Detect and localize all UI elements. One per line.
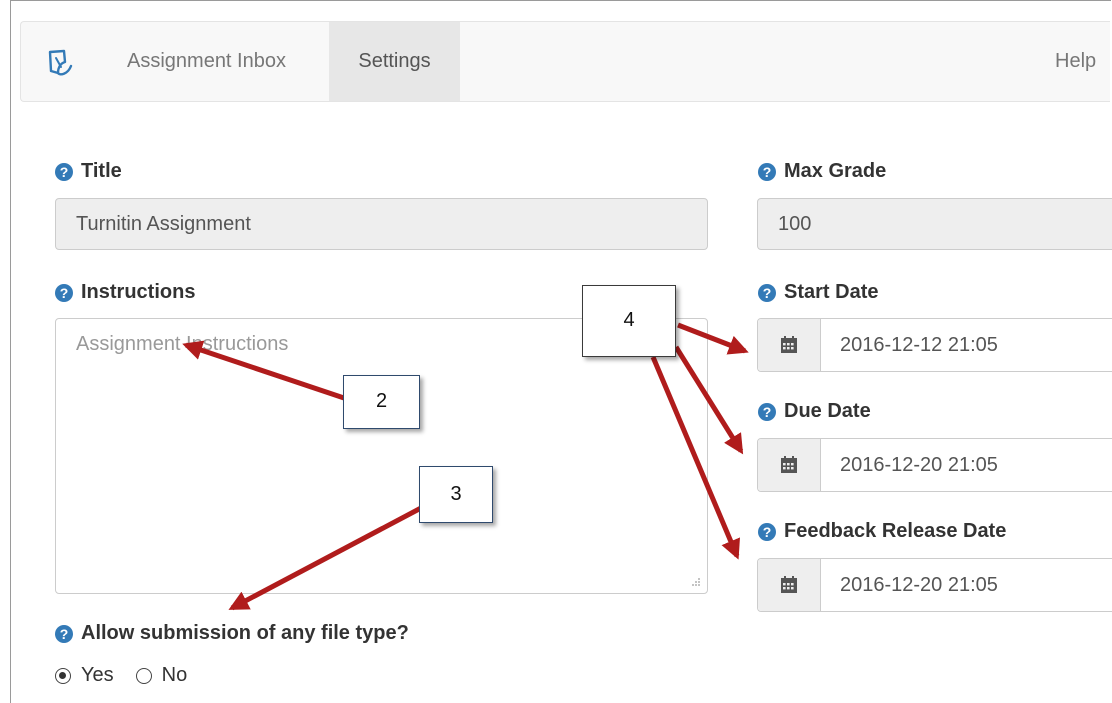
start-date-input-group[interactable]: 2016-12-12 21:05	[757, 318, 1112, 372]
instructions-textarea[interactable]: Assignment Instructions	[55, 318, 708, 594]
due-date-calendar-button[interactable]	[758, 439, 821, 491]
max-grade-label: ? Max Grade	[758, 160, 886, 183]
question-circle-icon[interactable]: ?	[55, 283, 73, 302]
feedback-date-label: ? Feedback Release Date	[758, 520, 1006, 543]
title-field[interactable]: Turnitin Assignment	[55, 198, 708, 250]
title-label: ? Title	[55, 160, 122, 183]
calendar-icon	[781, 576, 797, 593]
nav-settings[interactable]: Settings	[329, 22, 460, 101]
calendar-icon	[781, 336, 797, 353]
question-circle-icon[interactable]: ?	[758, 162, 776, 181]
file-type-yes-option[interactable]: Yes	[55, 664, 114, 687]
start-date-value[interactable]: 2016-12-12 21:05	[840, 319, 998, 371]
callout-4: 4	[582, 285, 676, 357]
callout-3: 3	[419, 466, 493, 523]
question-circle-icon[interactable]: ?	[55, 162, 73, 181]
top-navbar: Assignment Inbox Settings Help	[20, 21, 1110, 102]
instructions-label-text: Instructions	[81, 281, 196, 303]
instructions-placeholder: Assignment Instructions	[76, 333, 289, 355]
calendar-icon	[781, 456, 797, 473]
file-type-no-option[interactable]: No	[135, 664, 188, 687]
file-type-yes-label[interactable]: Yes	[81, 664, 114, 687]
title-label-text: Title	[81, 160, 122, 182]
start-date-label: ? Start Date	[758, 281, 878, 304]
due-date-label: ? Due Date	[758, 400, 871, 423]
feedback-date-value[interactable]: 2016-12-20 21:05	[840, 559, 998, 611]
max-grade-label-text: Max Grade	[784, 160, 887, 182]
start-date-calendar-button[interactable]	[758, 319, 821, 371]
feedback-date-calendar-button[interactable]	[758, 559, 821, 611]
due-date-input-group[interactable]: 2016-12-20 21:05	[757, 438, 1112, 492]
file-type-label-text: Allow submission of any file type?	[81, 622, 409, 644]
file-type-no-radio[interactable]	[135, 667, 152, 684]
feedback-date-label-text: Feedback Release Date	[784, 520, 1007, 542]
feedback-date-input-group[interactable]: 2016-12-20 21:05	[757, 558, 1112, 612]
turnitin-logo-icon[interactable]	[43, 46, 77, 80]
file-type-no-label[interactable]: No	[162, 664, 188, 687]
file-type-yes-radio[interactable]	[55, 667, 71, 684]
question-circle-icon[interactable]: ?	[758, 522, 776, 541]
question-circle-icon[interactable]: ?	[55, 624, 73, 643]
due-date-value[interactable]: 2016-12-20 21:05	[840, 439, 998, 491]
nav-assignment-inbox[interactable]: Assignment Inbox	[103, 22, 310, 101]
callout-2: 2	[343, 375, 420, 429]
due-date-label-text: Due Date	[784, 400, 871, 422]
question-circle-icon[interactable]: ?	[758, 402, 776, 421]
file-type-label: ? Allow submission of any file type?	[55, 622, 409, 645]
resize-grip-icon[interactable]	[691, 577, 701, 587]
file-type-radio-group: Yes No	[55, 664, 209, 687]
max-grade-field[interactable]: 100	[757, 198, 1112, 250]
question-circle-icon[interactable]: ?	[758, 283, 776, 302]
start-date-label-text: Start Date	[784, 281, 879, 303]
nav-help[interactable]: Help	[1031, 22, 1112, 101]
instructions-label: ? Instructions	[55, 281, 195, 304]
